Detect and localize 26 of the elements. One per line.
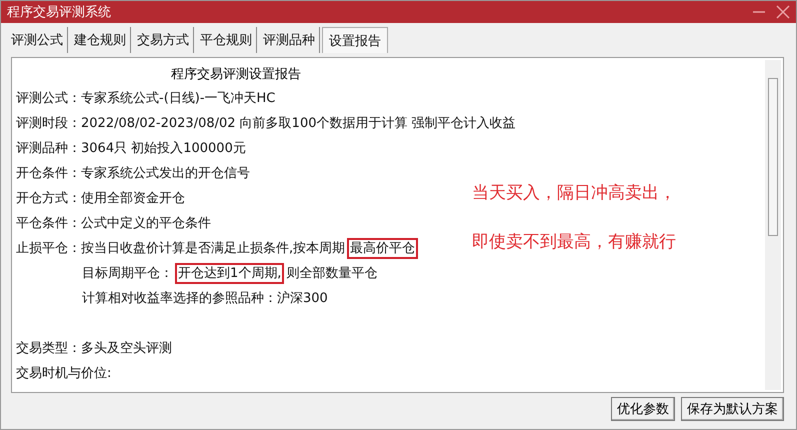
scrollbar[interactable]: [765, 60, 781, 390]
report-line: 止损平仓：按当日收盘价计算是否满足止损条件,按本周期 最高价平仓: [16, 241, 420, 256]
tab[interactable]: 交易方式: [133, 27, 194, 53]
report-title: 程序交易评测设置报告: [170, 66, 302, 84]
report-line: 开仓条件：专家系统公式发出的开仓信号: [16, 166, 250, 181]
window-title: 程序交易评测系统: [7, 4, 112, 21]
action-button[interactable]: 优化参数: [611, 397, 675, 421]
tab[interactable]: 设置报告: [322, 27, 388, 53]
report-line: 评测公式：专家系统公式-(日线)-一飞冲天HC: [16, 91, 276, 106]
action-button[interactable]: 保存为默认方案: [681, 397, 784, 421]
report-line: 目标周期平仓： 开仓达到1个周期, 则全部数量平仓: [82, 266, 378, 281]
report-line: 平仓条件：公式中定义的平仓条件: [16, 216, 211, 231]
tab[interactable]: 评测公式: [7, 27, 68, 53]
report-line: 开仓方式：使用全部资金开仓: [16, 191, 185, 206]
report-line: 评测时段：2022/08/02-2023/08/02 向前多取100个数据用于计算 强制平仓计入收益: [16, 116, 516, 131]
close-icon[interactable]: [776, 5, 790, 19]
tab[interactable]: 评测品种: [259, 27, 320, 53]
annotation-text: 当天买入，隔日冲高卖出，: [472, 182, 676, 205]
scroll-thumb[interactable]: [768, 78, 778, 236]
annotation-text: 即使卖不到最高，有赚就行: [472, 231, 676, 254]
tab[interactable]: 平仓规则: [196, 27, 257, 53]
report-line: 评测品种：3064只 初始投入100000元: [16, 141, 246, 156]
report-line: 交易类型：多头及空头评测: [16, 341, 172, 356]
report-line: 交易时机与价位:: [16, 366, 112, 381]
report-line: 计算相对收益率选择的参照品种：沪深300: [82, 291, 328, 306]
tab[interactable]: 建仓规则: [70, 27, 131, 53]
